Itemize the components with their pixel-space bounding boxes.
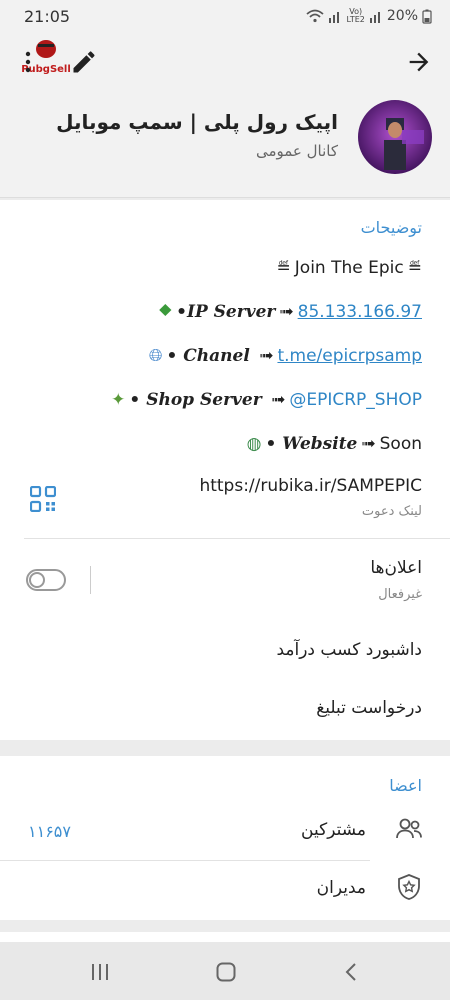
channel-header: PubgSell اپیک رول پلی | سمپ موبایل کانال… (0, 34, 450, 198)
join-text: Join The Epic (294, 258, 404, 278)
chanel-label: • Chanel (166, 346, 250, 366)
invite-link[interactable]: https://rubika.ir/SAMPEPIC (199, 476, 422, 496)
pencil-icon[interactable] (70, 48, 98, 76)
website-label: • Website (265, 434, 358, 454)
system-nav-bar (0, 942, 450, 1000)
lte-label: Vo) LTE2 (346, 7, 365, 24)
vertical-separator (90, 566, 91, 594)
roof-icon: ≝ (276, 258, 291, 278)
admins-label: مدیران (316, 878, 366, 898)
arrow-forward-icon[interactable] (404, 48, 434, 76)
channel-type: کانال عمومی (255, 142, 338, 160)
globe-icon: 🌐︎ (148, 346, 163, 366)
status-icons: Vo) LTE2 20% (306, 8, 432, 24)
recent-apps-icon[interactable] (88, 960, 112, 984)
ip-label: •IP Server (176, 302, 276, 322)
channel-info-card: توضیحات ≝ Join The Epic ≝ ⯁ •IP Server ➟… (0, 200, 450, 740)
arrow-icon: ➟ (265, 390, 286, 410)
shield-star-icon (398, 874, 420, 900)
roof-icon-2: ≝ (407, 258, 422, 278)
description-shop-line: ✦ • Shop Server ➟ @EPICRP_SHOP (111, 390, 422, 410)
signal-icon (329, 12, 340, 23)
channel-title: اپیک رول پلی | سمپ موبایل (56, 110, 338, 134)
battery-icon (422, 9, 432, 24)
chanel-link[interactable]: t.me/epicrpsamp (277, 346, 422, 366)
description-ip-line: ⯁ •IP Server ➟ 85.133.166.97 (159, 302, 422, 322)
people-icon (396, 818, 422, 839)
globe-earth-icon: ◍ (246, 434, 262, 454)
website-value: Soon (379, 434, 422, 454)
arrow-icon: ➟ (253, 346, 274, 366)
divider (0, 860, 370, 861)
shop-link[interactable]: @EPICRP_SHOP (289, 390, 422, 410)
divider (24, 538, 450, 539)
arrow-icon: ➟ (361, 434, 376, 454)
invite-link-label: لینک دعوت (361, 504, 422, 519)
description-chanel-line: 🌐︎ • Chanel ➟ t.me/epicrpsamp (149, 346, 422, 366)
signal-icon-2 (369, 12, 380, 23)
beginner-badge-icon: ⯁ (158, 302, 173, 322)
description-join-line: ≝ Join The Epic ≝ (277, 258, 422, 278)
wifi-icon (306, 9, 325, 23)
arrow-icon: ➟ (279, 302, 294, 322)
notifications-toggle[interactable] (26, 569, 66, 591)
toggle-knob (29, 572, 45, 588)
members-card: اعضا مشترکین ۱۱۶۵۷ مدیران (0, 756, 450, 920)
status-time: 21:05 (24, 7, 71, 26)
ad-request-menu-item[interactable]: درخواست تبلیغ (316, 698, 422, 718)
dashboard-menu-item[interactable]: داشبورد کسب درآمد (276, 640, 422, 660)
subscribers-count: ۱۱۶۵۷ (28, 822, 71, 841)
description-section-title: توضیحات (360, 218, 422, 237)
shop-label: • Shop Server (129, 390, 262, 410)
subscribers-label: مشترکین (301, 820, 366, 840)
home-icon[interactable] (214, 960, 238, 984)
next-card-edge (0, 932, 450, 942)
members-section-title: اعضا (389, 776, 422, 795)
ip-link[interactable]: 85.133.166.97 (298, 302, 422, 322)
money-wings-icon: ✦ (111, 390, 126, 410)
notifications-label[interactable]: اعلان‌ها (370, 558, 422, 578)
description-website-line: ◍ • Website ➟ Soon (247, 434, 422, 454)
back-icon[interactable] (340, 960, 364, 984)
channel-avatar[interactable] (358, 100, 432, 174)
qr-code-icon[interactable] (30, 486, 56, 512)
notifications-state: غیرفعال (378, 587, 422, 602)
kebab-menu-icon[interactable] (18, 50, 38, 74)
battery-percent: 20% (386, 8, 418, 24)
status-bar: 21:05 Vo) LTE2 20% (0, 0, 450, 34)
